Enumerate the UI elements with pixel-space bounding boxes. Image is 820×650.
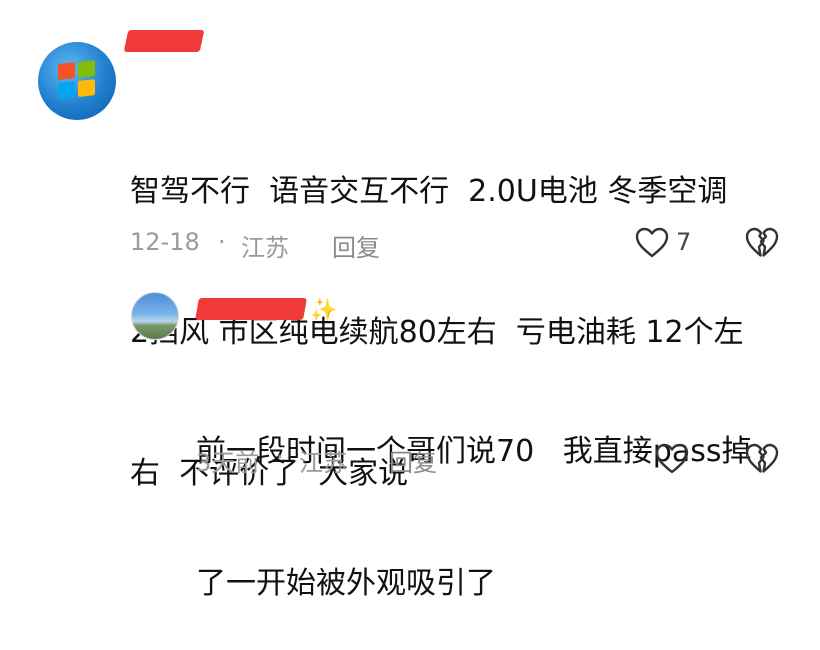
meta-separator: · bbox=[218, 228, 226, 256]
reply-reply-button[interactable]: 回复 bbox=[389, 443, 437, 478]
comment-date: 12-18 bbox=[130, 228, 200, 256]
like-count: 7 bbox=[676, 228, 692, 256]
redacted-reply-username[interactable] bbox=[195, 298, 307, 320]
reply-avatar[interactable] bbox=[131, 292, 179, 340]
meta-separator: · bbox=[276, 443, 284, 471]
redacted-username[interactable] bbox=[123, 30, 205, 52]
reply-location: 江苏 bbox=[299, 449, 347, 477]
reply-line: 了一开始被外观吸引了 bbox=[196, 566, 496, 601]
reply-button[interactable]: 回复 bbox=[332, 228, 380, 263]
avatar[interactable] bbox=[38, 42, 116, 120]
heart-outline-icon[interactable] bbox=[634, 225, 670, 261]
broken-heart-icon[interactable] bbox=[744, 441, 780, 477]
reply-date: 3天前 bbox=[196, 449, 260, 477]
comment-line: 智驾不行 语音交互不行 2.0U电池 冬季空调 bbox=[130, 174, 728, 209]
reply-line: 前一段时间一个哥们说70 我直接pass掉 bbox=[196, 434, 752, 469]
heart-outline-icon[interactable] bbox=[654, 441, 690, 477]
reply-text: 前一段时间一个哥们说70 我直接pass掉 了一开始被外观吸引了 bbox=[196, 342, 796, 650]
windows-logo-icon bbox=[58, 60, 95, 99]
broken-heart-icon[interactable] bbox=[744, 225, 780, 261]
sparkle-icon: ✨ bbox=[310, 298, 338, 323]
comment-location: 江苏 bbox=[241, 234, 289, 262]
